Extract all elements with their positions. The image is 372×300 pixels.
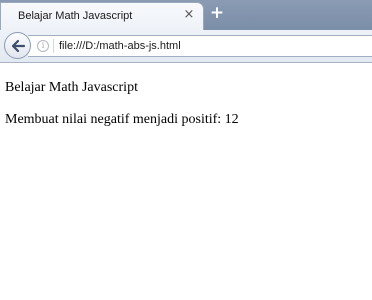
back-arrow-icon — [11, 39, 26, 53]
address-bar[interactable]: i file:///D:/math-abs-js.html — [28, 35, 372, 57]
tab-active[interactable]: Belajar Math Javascript × — [0, 2, 204, 31]
tab-title: Belajar Math Javascript — [18, 10, 133, 22]
info-icon[interactable]: i — [37, 40, 49, 52]
page-content: Belajar Math Javascript Membuat nilai ne… — [0, 64, 372, 300]
page-heading-text: Belajar Math Javascript — [5, 80, 138, 95]
url-text[interactable]: file:///D:/math-abs-js.html — [59, 40, 181, 52]
tab-strip: Belajar Math Javascript × + — [0, 0, 372, 31]
new-tab-button[interactable]: + — [208, 3, 226, 23]
url-separator — [53, 39, 54, 53]
result-text: Membuat nilai negatif menjadi positif: 1… — [5, 112, 239, 127]
close-icon[interactable]: × — [182, 7, 196, 23]
navigation-bar: i file:///D:/math-abs-js.html — [0, 30, 372, 63]
back-button[interactable] — [4, 32, 31, 59]
